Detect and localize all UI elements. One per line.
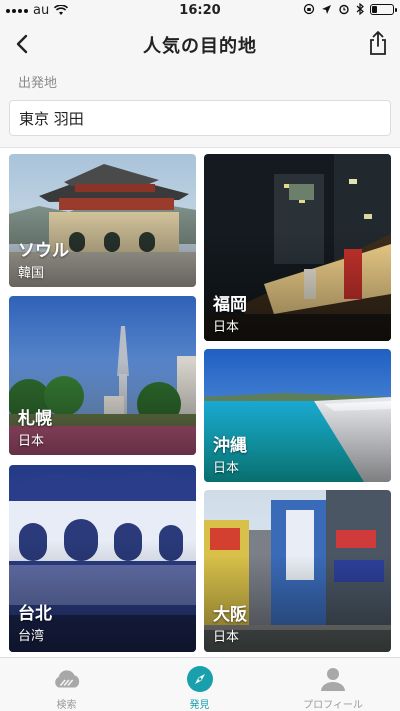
destination-card-seoul[interactable]: ソウル 韓国 [9,154,196,287]
destination-card-sapporo[interactable]: 札幌 日本 [9,296,196,455]
share-button[interactable] [362,26,394,60]
card-city-label: 福岡 [213,295,247,315]
page-title: 人気の目的地 [143,36,257,57]
battery-icon [370,3,397,15]
tab-profile[interactable]: プロフィール [266,658,400,711]
card-country-label: 韓国 [18,266,45,281]
bluetooth-icon [356,3,364,15]
destination-grid: ソウル 韓国 福岡 日本 札幌 日本 沖縄 日本 台北 台湾 大阪 日本 [0,148,400,657]
destination-card-taipei[interactable]: 台北 台湾 [9,465,196,652]
card-city-label: 沖縄 [213,436,247,456]
origin-section: 出発地 東京 羽田 [0,66,400,148]
card-city-label: ソウル [18,241,69,261]
card-city-label: 札幌 [18,409,52,429]
destination-card-okinawa[interactable]: 沖縄 日本 [204,349,391,482]
status-right [303,3,397,15]
card-country-label: 日本 [213,320,240,335]
card-country-label: 日本 [213,630,240,645]
tab-discover-label: 発見 [189,700,210,711]
card-city-label: 台北 [18,604,52,624]
origin-field[interactable]: 東京 羽田 [9,100,391,136]
status-bar: au 16:20 [0,0,400,22]
tab-search-label: 検索 [56,700,77,711]
rotation-lock-icon [303,3,315,15]
share-icon [370,31,386,55]
tab-profile-label: プロフィール [303,700,363,711]
card-country-label: 日本 [213,461,240,476]
navigation-bar: 人気の目的地 [0,22,400,66]
tab-search[interactable]: 検索 [0,658,133,711]
card-country-label: 台湾 [18,629,45,644]
destination-card-osaka[interactable]: 大阪 日本 [204,490,391,652]
cloud-search-icon [52,665,82,693]
destination-card-fukuoka[interactable]: 福岡 日本 [204,154,391,341]
alarm-icon [339,4,349,15]
card-country-label: 日本 [18,434,45,449]
origin-label: 出発地 [18,76,58,91]
person-icon [318,665,348,693]
location-icon [322,4,331,14]
tab-discover[interactable]: 発見 [133,658,266,711]
compass-icon [185,665,215,693]
tab-bar: 検索 発見 プロフィール [0,657,400,711]
card-city-label: 大阪 [213,605,247,625]
